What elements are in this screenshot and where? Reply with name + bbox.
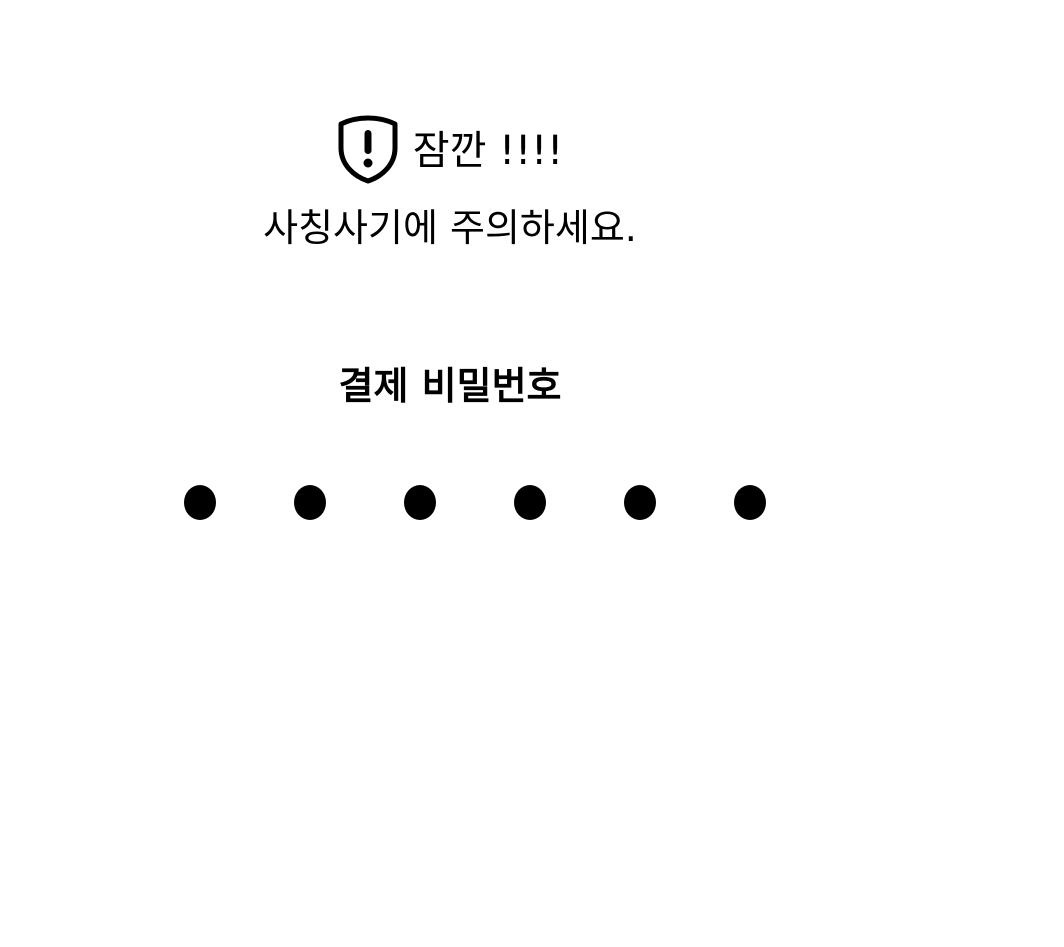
pin-title: 결제 비밀번호 bbox=[338, 364, 562, 408]
pin-dot bbox=[294, 485, 326, 520]
pin-indicator bbox=[0, 485, 1064, 521]
warning-title: 잠깐 !!!! bbox=[412, 128, 564, 174]
shield-exclamation-icon bbox=[338, 115, 398, 184]
pin-dot bbox=[184, 485, 216, 520]
pin-dot bbox=[514, 485, 546, 520]
warning-message: 사칭사기에 주의하세요. bbox=[263, 206, 637, 250]
pin-dot bbox=[404, 485, 436, 520]
warning-header: 잠깐 !!!! bbox=[0, 113, 900, 185]
pin-dot bbox=[734, 485, 766, 520]
pin-dot bbox=[624, 485, 656, 520]
